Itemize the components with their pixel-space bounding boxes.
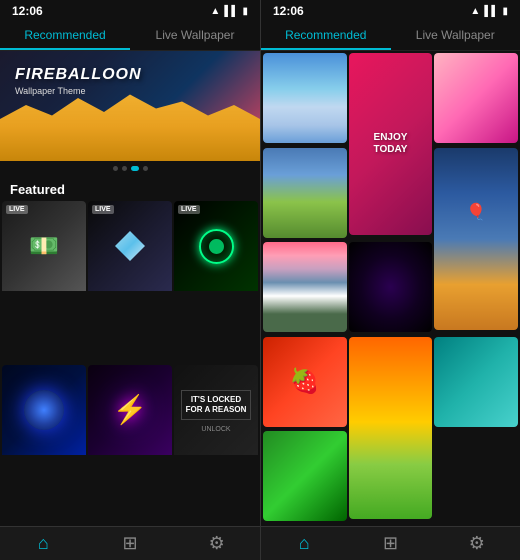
grid-item-strawberry[interactable]: 🍓 [263,337,347,427]
grid-item-mount-fuji[interactable] [263,242,347,332]
wallpaper-diamond[interactable]: LIVE [88,201,172,363]
grid-item-enjoy[interactable]: ENJOYTODAY [349,53,433,235]
content-left: FIREBALLOON Wallpaper Theme Featured LIV… [0,51,260,526]
grid-item-space[interactable] [349,242,433,332]
diamond-shape-icon [115,231,145,261]
tab-bar-left: Recommended Live Wallpaper [0,22,260,51]
left-screen: 12:06 ▲ ▌▌ ▮ Recommended Live Wallpaper … [0,0,260,560]
tab-recommended-right[interactable]: Recommended [261,22,391,50]
nav-home-right[interactable]: ⌂ [261,533,347,554]
wp-locked-bg: IT'S LOCKEDFOR A REASON UNLOCK [174,365,258,455]
circle-inner-icon [209,239,224,254]
tab-recommended-left[interactable]: Recommended [0,22,130,50]
dot-1[interactable] [113,166,118,171]
dot-4[interactable] [143,166,148,171]
live-badge-circle: LIVE [178,205,200,214]
wp-diamond-bg [88,201,172,291]
wp-lightning-bg: ⚡ [88,365,172,455]
hero-background: FIREBALLOON Wallpaper Theme [0,51,260,161]
nav-apps-right[interactable]: ⊞ [347,533,433,554]
lightning-icon: ⚡ [113,393,148,426]
battery-icon-right: ▮ [502,6,508,17]
status-icons-left: ▲ ▌▌ ▮ [210,6,248,17]
nav-apps-left[interactable]: ⊞ [87,533,174,554]
grid-item-cherry[interactable] [434,53,518,143]
hero-balloons-decoration [0,91,260,161]
time-left: 12:06 [12,4,43,18]
wallpaper-lightning[interactable]: ⚡ [88,365,172,527]
live-badge-money: LIVE [6,205,28,214]
wifi-icon-right: ▲ [470,6,480,17]
bottom-nav-right: ⌂ ⊞ ⚙ [261,526,520,560]
wallpaper-money[interactable]: LIVE 💵 [2,201,86,363]
wallpaper-circle[interactable]: LIVE [174,201,258,363]
bottom-nav-left: ⌂ ⊞ ⚙ [0,526,260,560]
grid-item-teal[interactable] [434,337,518,427]
wp-smoke-bg [2,365,86,455]
hero-title: FIREBALLOON [15,66,142,84]
wp-money-bg: 💵 [2,201,86,291]
tab-bar-right: Recommended Live Wallpaper [261,22,520,51]
money-icon: 💵 [29,232,59,261]
tab-live-left[interactable]: Live Wallpaper [130,22,260,50]
time-right: 12:06 [273,4,304,18]
grid-item-landscape[interactable] [263,148,347,238]
nav-home-left[interactable]: ⌂ [0,533,87,554]
battery-icon: ▮ [242,6,248,17]
hero-banner[interactable]: FIREBALLOON Wallpaper Theme [0,51,260,161]
smoke-icon [24,390,64,430]
featured-section-title: Featured [0,176,260,201]
wallpaper-smoke[interactable] [2,365,86,527]
nav-settings-left[interactable]: ⚙ [173,533,260,554]
circle-glow-icon [199,229,234,264]
right-screen: 12:06 ▲ ▌▌ ▮ Recommended Live Wallpaper … [260,0,520,560]
dot-3[interactable] [131,166,139,171]
grid-item-sunset[interactable] [349,337,433,519]
enjoy-today-text: ENJOYTODAY [374,132,408,156]
tab-live-right[interactable]: Live Wallpaper [391,22,520,50]
wp-circle-bg [174,201,258,291]
grid-item-mountains[interactable] [263,53,347,143]
hero-text-container: FIREBALLOON Wallpaper Theme [15,66,142,96]
hero-subtitle: Wallpaper Theme [15,86,142,96]
grid-item-balloons-sky[interactable]: 🎈 [434,148,518,330]
wifi-icon: ▲ [210,6,220,17]
status-icons-right: ▲ ▌▌ ▮ [470,6,508,17]
carousel-dots [0,161,260,176]
locked-subtext: UNLOCK [201,426,230,433]
live-badge-diamond: LIVE [92,205,114,214]
status-bar-left: 12:06 ▲ ▌▌ ▮ [0,0,260,22]
wallpaper-locked[interactable]: IT'S LOCKEDFOR A REASON UNLOCK [174,365,258,527]
grid-item-forest[interactable] [263,431,347,521]
dot-2[interactable] [122,166,127,171]
strawberry-icon: 🍓 [263,337,347,427]
balloon-emoji-icon: 🎈 [466,202,486,222]
wallpaper-grid-right: ENJOYTODAY 🎈 🍓 [261,51,520,526]
status-bar-right: 12:06 ▲ ▌▌ ▮ [261,0,520,22]
signal-icon: ▌▌ [224,6,238,17]
locked-text: IT'S LOCKEDFOR A REASON [181,390,252,421]
featured-grid: LIVE 💵 LIVE LIVE [0,201,260,526]
signal-icon-right: ▌▌ [484,6,498,17]
nav-settings-right[interactable]: ⚙ [434,533,520,554]
